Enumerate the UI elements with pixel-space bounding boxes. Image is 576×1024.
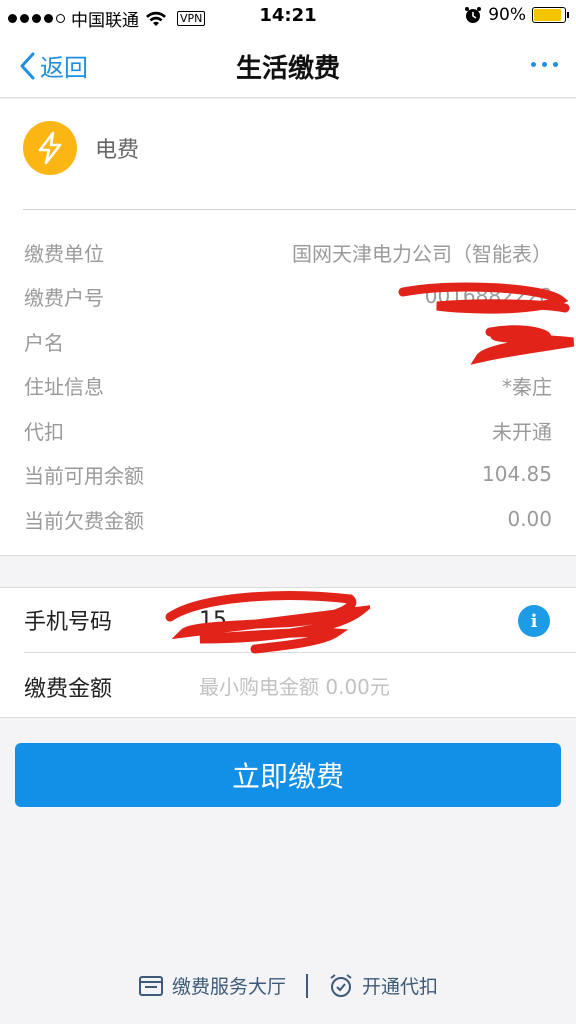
phone-number-field[interactable]: 15 (199, 608, 399, 633)
chevron-left-icon (20, 52, 35, 79)
lightning-icon (23, 121, 77, 175)
service-hall-label: 缴费服务大厅 (171, 976, 286, 998)
divider (306, 973, 308, 998)
amount-input[interactable] (199, 674, 519, 699)
status-bar: 中国联通 VPN 14:21 90% (0, 0, 576, 32)
service-name: 电费 (95, 138, 140, 163)
info-row-name: 户名 (24, 321, 552, 361)
service-hall-link[interactable]: 缴费服务大厅 (138, 972, 286, 999)
info-value: 104.85 (482, 462, 552, 486)
pay-now-button[interactable]: 立即缴费 (15, 743, 561, 807)
info-label: 代扣 (24, 419, 64, 444)
phone-row: 手机号码 15 i (24, 588, 576, 653)
info-label: 户名 (24, 330, 64, 355)
amount-row: 缴费金额 (24, 654, 576, 719)
info-row-auto-debit: 代扣 未开通 (24, 410, 552, 450)
bill-info-card: 电费 缴费单位 国网天津电力公司（智能表） 缴费户号 0016882228 户名… (0, 99, 576, 556)
info-value: 0016882228 (424, 284, 552, 308)
info-row-account: 缴费户号 0016882228 (24, 276, 552, 316)
auto-debit-label: 开通代扣 (362, 976, 439, 998)
phone-label: 手机号码 (24, 610, 113, 635)
battery-percent: 90% (488, 5, 526, 25)
alarm-clock-icon (330, 973, 352, 997)
info-row-arrears: 当前欠费金额 0.00 (24, 499, 552, 539)
info-label: 缴费单位 (24, 241, 104, 266)
divider (23, 209, 576, 210)
info-value: 未开通 (492, 419, 552, 444)
more-icon (531, 61, 536, 67)
status-right: 90% (464, 5, 569, 25)
info-label: 缴费户号 (24, 285, 104, 310)
back-button[interactable]: 返回 (18, 48, 88, 83)
info-row-balance: 当前可用余额 104.85 (24, 454, 552, 494)
info-row-address: 住址信息 *秦庄 (24, 365, 552, 405)
info-value: 0.00 (507, 507, 552, 531)
payment-form: 手机号码 15 i 缴费金额 (0, 587, 576, 718)
service-header: 电费 (23, 121, 139, 175)
battery-icon (532, 7, 569, 23)
more-options-button[interactable] (531, 52, 558, 76)
nav-bar: 返回 生活缴费 (0, 32, 576, 98)
info-label: 当前欠费金额 (24, 508, 144, 533)
alarm-clock-icon (465, 7, 482, 23)
auto-debit-link[interactable]: 开通代扣 (328, 972, 438, 999)
bottom-links: 缴费服务大厅 开通代扣 (0, 972, 576, 999)
service-hall-icon (138, 975, 163, 996)
info-value: 国网天津电力公司（智能表） (292, 241, 552, 266)
back-label: 返回 (40, 54, 88, 82)
info-value: *秦庄 (502, 374, 552, 399)
info-label: 住址信息 (24, 374, 104, 399)
info-row-payee: 缴费单位 国网天津电力公司（智能表） (24, 232, 552, 272)
info-label: 当前可用余额 (24, 463, 144, 488)
amount-label: 缴费金额 (24, 676, 113, 702)
info-icon[interactable]: i (518, 605, 550, 637)
